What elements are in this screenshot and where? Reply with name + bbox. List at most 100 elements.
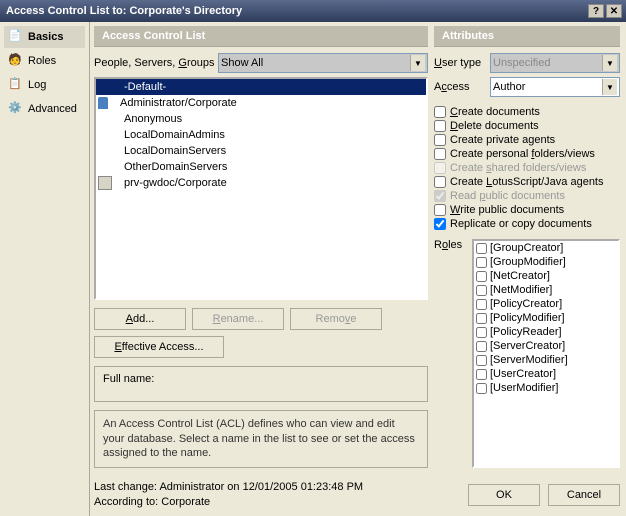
role-label: [ServerModifier] <box>490 354 568 366</box>
person-icon <box>98 97 108 109</box>
permission-checkbox[interactable] <box>434 134 446 146</box>
role-checkbox[interactable] <box>476 299 487 310</box>
role-item[interactable]: [UserCreator] <box>474 367 618 381</box>
permission-row[interactable]: Create documents <box>434 105 620 119</box>
permission-checkbox[interactable] <box>434 120 446 132</box>
role-label: [UserModifier] <box>490 382 558 394</box>
role-label: [NetCreator] <box>490 270 550 282</box>
role-item[interactable]: [PolicyReader] <box>474 325 618 339</box>
list-item-label: Anonymous <box>116 113 182 125</box>
roles-listbox[interactable]: [GroupCreator][GroupModifier][NetCreator… <box>472 239 620 468</box>
permission-row[interactable]: Create personal folders/views <box>434 147 620 161</box>
role-checkbox[interactable] <box>476 271 487 282</box>
list-item[interactable]: -Default- <box>96 79 426 95</box>
acl-listbox[interactable]: -Default-Administrator/Corporate Anonymou… <box>94 77 428 300</box>
permission-label: Create private agents <box>450 134 555 146</box>
permission-row[interactable]: Write public documents <box>434 203 620 217</box>
roles-area: Roles [GroupCreator][GroupModifier][NetC… <box>434 237 620 468</box>
sidebar-item-roles[interactable]: 🧑Roles <box>4 50 85 72</box>
list-item[interactable]: Anonymous <box>96 111 426 127</box>
permission-row: Read public documents <box>434 189 620 203</box>
sidebar-icon: 📋 <box>8 77 24 93</box>
role-checkbox[interactable] <box>476 355 487 366</box>
permission-label: Create personal folders/views <box>450 148 595 160</box>
role-item[interactable]: [ServerCreator] <box>474 339 618 353</box>
access-dropdown[interactable]: Author ▼ <box>490 77 620 97</box>
role-item[interactable]: [UserModifier] <box>474 381 618 395</box>
list-item-label: prv-gwdoc/Corporate <box>116 177 227 189</box>
permission-checkbox[interactable] <box>434 204 446 216</box>
list-item[interactable]: LocalDomainServers <box>96 143 426 159</box>
attributes-header: Attributes <box>434 26 620 47</box>
group-icon <box>98 128 112 142</box>
permission-checkbox[interactable] <box>434 106 446 118</box>
permission-label: Replicate or copy documents <box>450 218 592 230</box>
usertype-dropdown[interactable]: Unspecified ▼ <box>490 53 620 73</box>
help-button[interactable]: ? <box>588 4 604 18</box>
content: 📄 Basics 🧑Roles📋Log⚙️Advanced Access Contr… <box>0 22 626 516</box>
filter-dropdown[interactable]: Show All ▼ <box>218 53 428 73</box>
permission-checkbox[interactable] <box>434 218 446 230</box>
permission-row[interactable]: Delete documents <box>434 119 620 133</box>
sidebar-icon: ⚙️ <box>8 101 24 117</box>
role-checkbox[interactable] <box>476 313 487 324</box>
role-checkbox[interactable] <box>476 369 487 380</box>
list-item[interactable]: LocalDomainAdmins <box>96 127 426 143</box>
role-checkbox[interactable] <box>476 243 487 254</box>
role-label: [PolicyReader] <box>490 326 562 338</box>
chevron-down-icon: ▼ <box>602 55 617 71</box>
role-item[interactable]: [GroupModifier] <box>474 255 618 269</box>
role-label: [GroupCreator] <box>490 242 563 254</box>
list-item[interactable]: OtherDomainServers <box>96 159 426 175</box>
hint-text: An Access Control List (ACL) defines who… <box>103 418 415 460</box>
role-label: [NetModifier] <box>490 284 552 296</box>
permission-row[interactable]: Create LotusScript/Java agents <box>434 175 620 189</box>
ok-button[interactable]: OK <box>468 484 540 506</box>
role-label: [UserCreator] <box>490 368 556 380</box>
role-label: [PolicyModifier] <box>490 312 565 324</box>
permission-checkbox[interactable] <box>434 176 446 188</box>
role-item[interactable]: [PolicyModifier] <box>474 311 618 325</box>
sidebar-icon: 📄 <box>8 29 24 45</box>
permission-row[interactable]: Create private agents <box>434 133 620 147</box>
usertype-value: Unspecified <box>493 57 550 69</box>
sidebar-item-log[interactable]: 📋Log <box>4 74 85 96</box>
rename-button: Rename... <box>192 308 284 330</box>
acl-header: Access Control List <box>94 26 428 47</box>
sidebar-item-basics[interactable]: 📄 Basics <box>4 26 85 48</box>
effective-access-button[interactable]: Effective Access... <box>94 336 224 358</box>
fullname-label: Full name: <box>103 373 154 385</box>
group-icon <box>98 160 112 174</box>
acl-column: Access Control List People, Servers, Gro… <box>94 26 428 468</box>
role-checkbox[interactable] <box>476 383 487 394</box>
add-button[interactable]: Add... <box>94 308 186 330</box>
according-to-text: According to: Corporate <box>94 495 363 510</box>
sidebar: 📄 Basics 🧑Roles📋Log⚙️Advanced <box>0 22 90 516</box>
role-item[interactable]: [NetCreator] <box>474 269 618 283</box>
role-item[interactable]: [ServerModifier] <box>474 353 618 367</box>
list-item[interactable]: prv-gwdoc/Corporate <box>96 175 426 191</box>
chevron-down-icon: ▼ <box>602 79 617 95</box>
role-label: [PolicyCreator] <box>490 298 562 310</box>
sidebar-item-advanced[interactable]: ⚙️Advanced <box>4 98 85 120</box>
blank-icon <box>98 80 112 94</box>
permission-label: Create documents <box>450 106 540 118</box>
close-button[interactable]: ✕ <box>606 4 622 18</box>
role-checkbox[interactable] <box>476 257 487 268</box>
list-item[interactable]: Administrator/Corporate <box>96 95 426 111</box>
permission-label: Create shared folders/views <box>450 162 586 174</box>
role-checkbox[interactable] <box>476 327 487 338</box>
permission-checkbox[interactable] <box>434 148 446 160</box>
list-item-label: LocalDomainServers <box>116 145 226 157</box>
window-title: Access Control List to: Corporate's Dire… <box>6 5 586 17</box>
role-item[interactable]: [GroupCreator] <box>474 241 618 255</box>
main-area: Access Control List People, Servers, Gro… <box>90 22 626 516</box>
role-checkbox[interactable] <box>476 341 487 352</box>
role-checkbox[interactable] <box>476 285 487 296</box>
sidebar-item-label: Basics <box>28 31 63 43</box>
role-item[interactable]: [PolicyCreator] <box>474 297 618 311</box>
cancel-button[interactable]: Cancel <box>548 484 620 506</box>
role-item[interactable]: [NetModifier] <box>474 283 618 297</box>
filter-label: People, Servers, Groups <box>94 57 218 69</box>
permission-row[interactable]: Replicate or copy documents <box>434 217 620 231</box>
